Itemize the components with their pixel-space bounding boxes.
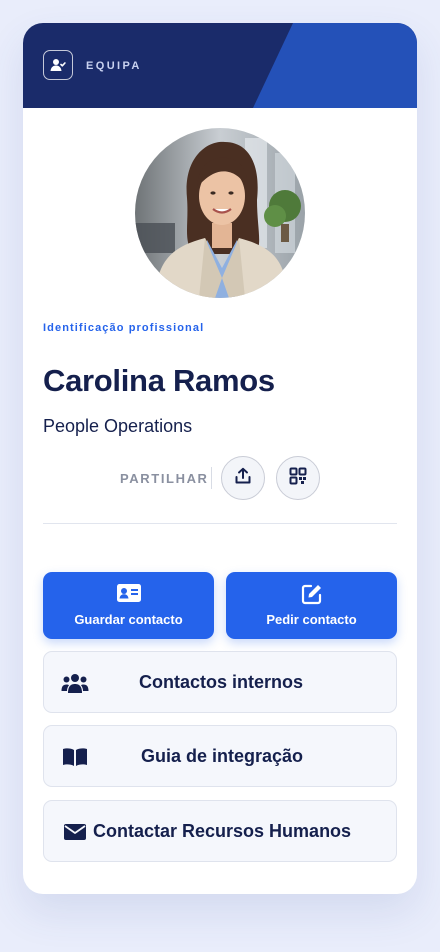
share-label: PARTILHAR [120,471,209,486]
request-contact-button[interactable]: Pedir contacto [226,572,397,639]
section-divider [43,523,397,524]
team-label: EQUIPA [86,60,142,72]
internal-contacts-label: Contactos internos [139,672,304,692]
share-divider [211,467,212,489]
banner-accent-stripe [253,23,417,108]
profile-role: People Operations [43,416,193,436]
book-icon [61,744,89,770]
profile-card: EQUIPA Identificação profissional Caroli… [23,23,417,894]
team-user-icon [43,50,73,80]
internal-contacts-button[interactable]: Contactos internos [43,651,397,713]
onboarding-guide-button[interactable]: Guia de integração [43,725,397,787]
avatar [135,128,305,298]
qr-code-button[interactable] [276,456,320,500]
request-contact-label: Pedir contacto [266,612,357,627]
header-banner: EQUIPA [23,23,417,108]
save-contact-label: Guardar contacto [74,612,183,627]
users-icon [61,670,89,696]
onboarding-guide-label: Guia de integração [141,746,304,766]
save-contact-button[interactable]: Guardar contacto [43,572,214,639]
profile-name: Carolina Ramos [43,363,275,398]
share-upload-icon [234,467,252,490]
eyebrow-label: Identificação profissional [43,322,205,334]
contact-hr-button[interactable]: Contactar Recursos Humanos [43,800,397,862]
contact-card-icon [43,583,214,603]
share-button[interactable] [221,456,265,500]
envelope-icon [61,819,89,845]
contact-hr-label: Contactar Recursos Humanos [93,821,352,841]
edit-icon [226,583,397,605]
qr-code-icon [289,467,307,490]
